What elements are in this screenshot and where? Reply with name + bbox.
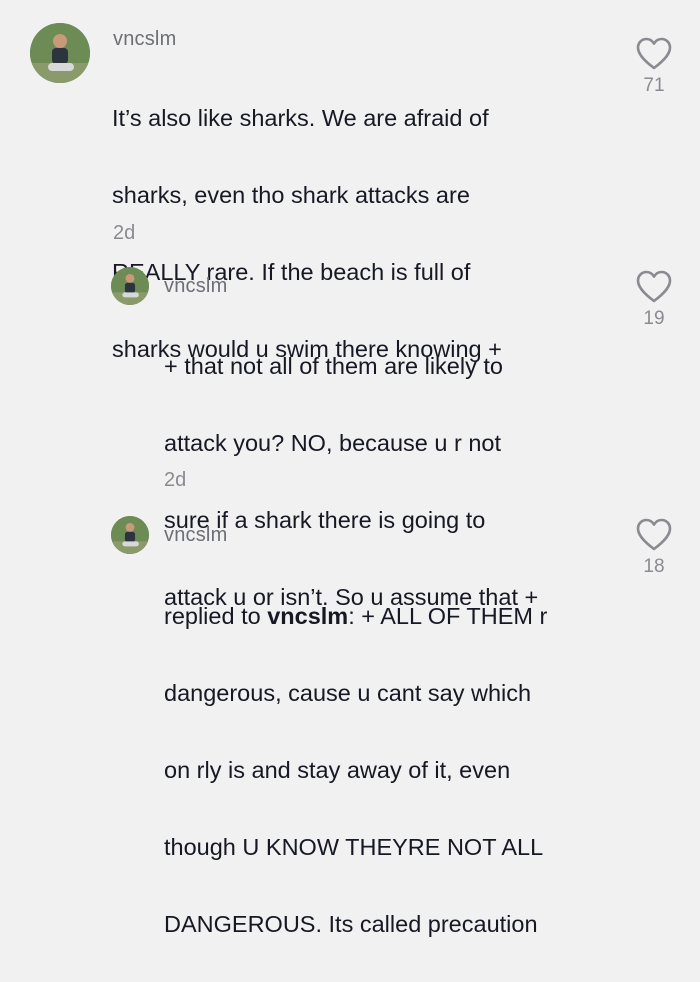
comment-line: DANGEROUS. Its called precaution [164, 910, 538, 937]
comment-time: 2d [113, 222, 136, 244]
heart-icon [636, 37, 672, 70]
like-count: 18 [643, 556, 665, 577]
like-button[interactable]: 71 [634, 37, 674, 97]
comment-line: dangerous, cause u cant say which [164, 679, 532, 706]
avatar-image [111, 516, 149, 554]
comment-line: on rly is and stay away of it, even [164, 756, 511, 783]
comment-text: replied to vncslm: + ALL OF THEM r dange… [164, 558, 604, 982]
comment-line: sharks, even tho shark attacks are [112, 181, 470, 208]
reply-target-username[interactable]: vncslm [267, 603, 348, 629]
comment-line: sure if a shark there is going to [164, 506, 486, 533]
like-button[interactable]: 18 [634, 518, 674, 578]
comment-username[interactable]: vncslm [113, 28, 176, 51]
like-count: 19 [643, 308, 665, 329]
comment-line: It’s also like sharks. We are afraid of [112, 104, 489, 131]
comment-line: + that not all of them are likely to [164, 352, 503, 379]
avatar[interactable] [111, 267, 149, 305]
comment-line: replied to vncslm: + ALL OF THEM r [164, 597, 604, 636]
reply-text: : + ALL OF THEM r [348, 602, 548, 629]
avatar-image [30, 23, 90, 83]
comment-line: attack you? NO, because u r not [164, 429, 502, 456]
like-count: 71 [643, 75, 665, 96]
comment-line: though U KNOW THEYRE NOT ALL [164, 833, 544, 860]
reply-prefix: replied to [164, 602, 268, 629]
heart-icon [636, 270, 672, 303]
comment-username[interactable]: vncslm [164, 275, 227, 298]
comment-username[interactable]: vncslm [164, 524, 227, 547]
heart-icon [636, 518, 672, 551]
avatar-image [111, 267, 149, 305]
avatar[interactable] [30, 23, 90, 83]
avatar[interactable] [111, 516, 149, 554]
like-button[interactable]: 19 [634, 270, 674, 330]
comment-time: 2d [164, 469, 187, 491]
